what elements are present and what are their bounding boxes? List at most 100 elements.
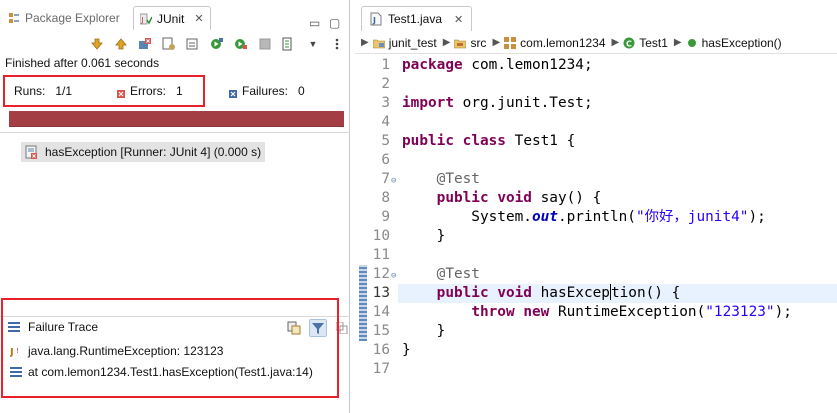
view-tabbar: Package Explorer J JUnit ✕ ▭ ▢ xyxy=(0,6,350,30)
scroll-lock-icon[interactable] xyxy=(160,35,178,53)
chevron-right-icon: ▶ xyxy=(361,37,369,48)
close-tab-icon[interactable]: ✕ xyxy=(194,12,203,25)
code-line-5: public class Test1 { xyxy=(402,133,576,149)
code-line-10: } xyxy=(402,228,446,244)
show-failures-only-icon[interactable] xyxy=(136,35,154,53)
breadcrumb-label: com.lemon1234 xyxy=(520,35,606,50)
editor-tab-label: Test1.java xyxy=(388,12,443,26)
line-number: 16 xyxy=(372,342,390,358)
view-menu-icon[interactable] xyxy=(328,35,346,53)
java-editor: J Test1.java ✕ ▶ junit_test ▶ src ▶ com.… xyxy=(355,0,837,413)
code-line-8: public void say() { xyxy=(436,190,602,206)
line-number: 5 xyxy=(381,133,390,149)
chevron-right-icon: ▶ xyxy=(492,37,501,48)
breadcrumb-project[interactable]: ▶ junit_test xyxy=(361,36,437,50)
code-line-16: } xyxy=(402,342,411,358)
rerun-test-icon[interactable] xyxy=(208,35,226,53)
public-method-icon xyxy=(686,37,698,49)
breadcrumb-label: hasException() xyxy=(701,35,782,50)
code-line-15: } xyxy=(402,323,446,339)
fold-icon[interactable]: ⊖ xyxy=(391,271,396,281)
junit-icon: J xyxy=(139,13,153,25)
line-number: 17 xyxy=(372,361,390,377)
svg-text:C: C xyxy=(626,39,632,48)
previous-failure-icon[interactable] xyxy=(112,35,130,53)
junit-toolbar: ▼ xyxy=(88,34,352,54)
breadcrumb-label: Test1 xyxy=(639,35,668,50)
breadcrumb: ▶ junit_test ▶ src ▶ com.lemon1234 ▶ C T… xyxy=(355,32,837,54)
test-tree-item[interactable]: hasException [Runner: JUnit 4] (0.000 s) xyxy=(21,142,266,162)
package-explorer-icon xyxy=(8,12,20,24)
source-folder-icon xyxy=(454,37,467,49)
stop-icon[interactable] xyxy=(256,35,274,53)
failures-value: 0 xyxy=(298,84,305,98)
line-number: 8 xyxy=(381,190,390,206)
failure-icon xyxy=(229,87,237,98)
project-icon xyxy=(372,37,386,49)
chevron-right-icon: ▶ xyxy=(442,37,451,48)
line-number: 13 xyxy=(372,285,390,301)
code-line-1: package com.lemon1234; xyxy=(402,57,593,73)
editor-tabbar: J Test1.java ✕ xyxy=(355,6,837,31)
tab-label: Package Explorer xyxy=(25,11,120,25)
line-number: 3 xyxy=(381,95,390,111)
breadcrumb-label: src xyxy=(470,35,487,50)
failure-trace-highlight-box xyxy=(1,298,339,398)
code-area[interactable]: ⊖ ⊖ 1 2 3 4 5 6 7 8 9 10 11 12 13 14 15 16 17 package co… xyxy=(355,56,837,413)
code-line-13: public void hasException() { xyxy=(436,284,681,301)
chevron-right-icon: ▶ xyxy=(611,37,620,48)
class-icon: C xyxy=(623,37,635,49)
line-number: 14 xyxy=(372,304,390,320)
package-name: com.lemon1234; xyxy=(471,57,593,73)
failures-counter: Failures: 0 xyxy=(229,84,305,98)
divider xyxy=(0,132,350,133)
minimize-icon[interactable]: ▭ xyxy=(309,16,320,30)
line-number: 1 xyxy=(381,57,390,73)
history-dropdown-icon[interactable]: ▼ xyxy=(304,35,322,53)
line-number: 7 xyxy=(381,171,390,187)
package-icon xyxy=(504,36,517,49)
breadcrumb-class[interactable]: ▶ C Test1 xyxy=(612,36,668,50)
code-line-7: @Test xyxy=(436,171,480,187)
tab-package-explorer[interactable]: Package Explorer xyxy=(8,6,120,30)
progress-bar xyxy=(9,111,344,127)
failures-label: Failures: xyxy=(242,84,289,98)
run-status: Finished after 0.061 seconds xyxy=(5,56,160,70)
test-error-icon xyxy=(25,145,39,159)
line-number: 11 xyxy=(372,247,390,263)
code-line-14: throw new RuntimeException("123123"); xyxy=(471,304,792,320)
svg-text:J: J xyxy=(141,16,144,24)
class-name: Test1 xyxy=(514,133,558,149)
code-line-9: System.out.println("你好，junit4"); xyxy=(402,209,766,225)
line-number: 12 xyxy=(372,266,390,282)
import-name: org.junit.Test; xyxy=(462,95,593,111)
text-caret xyxy=(609,284,611,300)
code-line-3: import org.junit.Test; xyxy=(402,95,593,111)
chevron-right-icon: ▶ xyxy=(673,37,682,48)
line-number: 2 xyxy=(381,76,390,92)
maximize-icon[interactable]: ▢ xyxy=(329,16,340,30)
tab-junit[interactable]: J JUnit ✕ xyxy=(133,6,211,30)
svg-text:J: J xyxy=(372,16,376,25)
fold-icon[interactable]: ⊖ xyxy=(391,176,396,186)
breadcrumb-source-folder[interactable]: ▶ src xyxy=(443,36,487,50)
code-line-12: @Test xyxy=(436,266,480,282)
line-number: 9 xyxy=(381,209,390,225)
rerun-failures-first-icon[interactable] xyxy=(232,35,250,53)
counters-highlight-box xyxy=(3,75,205,107)
breadcrumb-label: junit_test xyxy=(388,35,437,50)
java-file-icon: J xyxy=(370,12,382,26)
line-number: 10 xyxy=(372,228,390,244)
show-skipped-icon[interactable] xyxy=(184,35,202,53)
breadcrumb-method[interactable]: ▶ hasException() xyxy=(674,36,782,50)
line-number: 4 xyxy=(381,114,390,130)
line-number-gutter: ⊖ ⊖ 1 2 3 4 5 6 7 8 9 10 11 12 13 14 15 16 17 xyxy=(355,56,398,413)
line-number: 15 xyxy=(372,323,390,339)
tab-label: JUnit xyxy=(157,11,185,26)
editor-tab-test1[interactable]: J Test1.java ✕ xyxy=(361,6,473,31)
next-failure-icon[interactable] xyxy=(88,35,106,53)
breadcrumb-package[interactable]: ▶ com.lemon1234 xyxy=(492,36,605,50)
line-number: 6 xyxy=(381,152,390,168)
close-editor-icon[interactable]: ✕ xyxy=(454,13,463,26)
test-history-icon[interactable] xyxy=(280,35,298,53)
